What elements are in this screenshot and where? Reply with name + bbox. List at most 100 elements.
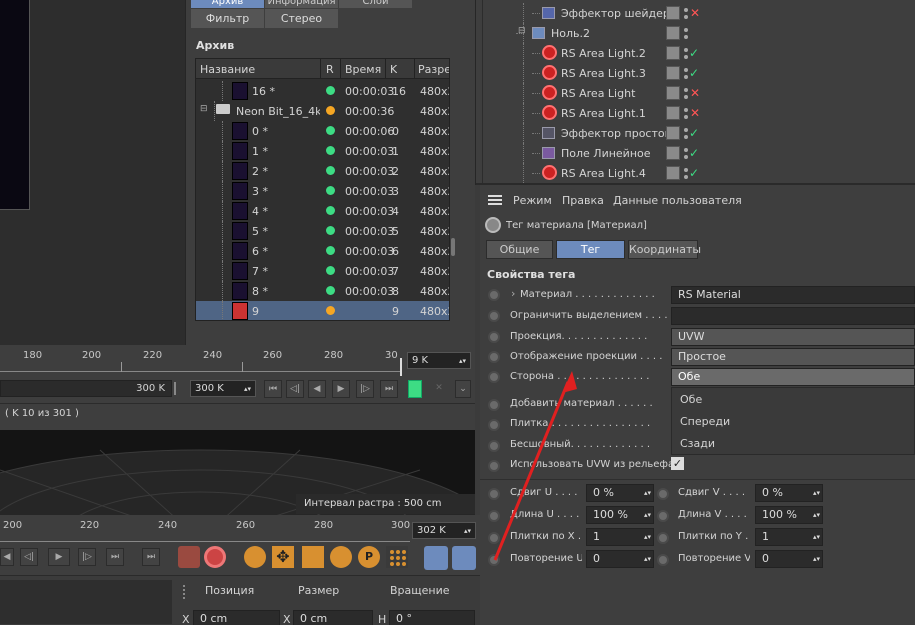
tab-coordinates[interactable]: Координаты	[628, 240, 701, 259]
expand-arrow-icon[interactable]: ›	[511, 287, 515, 300]
object-row[interactable]: RS Area Light ✕	[476, 83, 915, 103]
uv-right-field[interactable]: 0 % ▴▾	[755, 484, 823, 502]
col-r[interactable]: R	[326, 63, 334, 76]
object-name[interactable]: RS Area Light.4	[561, 167, 680, 180]
tag-icon[interactable]	[666, 86, 680, 100]
tab-layer[interactable]: Слой	[339, 0, 412, 8]
next-key-button-2[interactable]: |▷	[78, 548, 96, 566]
visibility-render-dot[interactable]	[684, 155, 688, 159]
tab-stereo[interactable]: Стерео	[265, 9, 338, 28]
rotation-h-field[interactable]: 0 °	[389, 610, 475, 625]
archive-row[interactable]: 5 * 00:00:035 480x270	[196, 221, 449, 241]
archive-row[interactable]: 7 * 00:00:037 480x270	[196, 261, 449, 281]
side-select[interactable]: Обе	[671, 368, 915, 386]
parameter-icon[interactable]: P	[358, 546, 380, 568]
visibility-editor-dot[interactable]	[684, 28, 688, 32]
collapse-icon[interactable]: ⊟	[518, 26, 526, 36]
enabled-check-icon[interactable]: ✓	[689, 146, 699, 160]
object-name[interactable]: Ноль.2	[551, 27, 680, 40]
tag-icon[interactable]	[666, 166, 680, 180]
tab-filter[interactable]: Фильтр	[191, 9, 264, 28]
hamburger-icon[interactable]	[488, 195, 502, 205]
play-back-button[interactable]: ◀	[308, 380, 326, 398]
visibility-render-dot[interactable]	[684, 75, 688, 79]
visibility-render-dot[interactable]	[684, 35, 688, 39]
object-name[interactable]: RS Area Light.1	[561, 107, 680, 120]
archive-row[interactable]: 2 * 00:00:032 480x270	[196, 161, 449, 181]
tag-icon[interactable]	[666, 26, 680, 40]
tag-icon[interactable]	[666, 126, 680, 140]
animate-radio-material[interactable]	[488, 289, 500, 301]
proj-display-select[interactable]: Простое	[671, 348, 915, 366]
visibility-render-dot[interactable]	[684, 175, 688, 179]
tag-icon[interactable]	[666, 146, 680, 160]
close-icon[interactable]: ✕	[430, 380, 448, 398]
menu-mode[interactable]: Режим	[513, 194, 552, 207]
object-name[interactable]: Эффектор простой	[561, 127, 680, 140]
go-end-alt-button[interactable]: ⏭	[142, 548, 160, 566]
animate-radio[interactable]	[657, 510, 669, 522]
film-strip-icon[interactable]	[452, 546, 476, 570]
sound-icon[interactable]	[424, 546, 448, 570]
menu-edit[interactable]: Правка	[562, 194, 604, 207]
animate-radio-projection[interactable]	[488, 331, 500, 343]
prev-key-button[interactable]: ◁|	[286, 380, 304, 398]
tag-icon[interactable]	[666, 6, 680, 20]
prev-frame-button[interactable]: ◀	[0, 548, 14, 566]
tab-info[interactable]: Информация	[265, 0, 338, 8]
go-end-button[interactable]: ⏭	[380, 380, 398, 398]
menu-user-data[interactable]: Данные пользователя	[613, 194, 742, 207]
restrict-field[interactable]	[671, 307, 915, 325]
uv-right-field[interactable]: 0 ▴▾	[755, 550, 823, 568]
visibility-render-dot[interactable]	[684, 135, 688, 139]
play-button-2[interactable]: ▶	[48, 548, 70, 566]
visibility-render-dot[interactable]	[684, 115, 688, 119]
object-row[interactable]: RS Area Light.1 ✕	[476, 103, 915, 123]
rotate-icon[interactable]	[330, 546, 352, 568]
autokey-icon[interactable]	[204, 546, 226, 568]
tag-icon[interactable]	[666, 46, 680, 60]
visibility-render-dot[interactable]	[684, 55, 688, 59]
object-row[interactable]: Эффектор шейдер .2 ✕	[476, 3, 915, 23]
next-key-button[interactable]: |▷	[356, 380, 374, 398]
keyframe-selection-icon[interactable]	[244, 546, 266, 568]
visibility-render-dot[interactable]	[684, 95, 688, 99]
visibility-render-dot[interactable]	[684, 15, 688, 19]
end-frame-field[interactable]: 302 K ▴▾	[412, 522, 476, 539]
visibility-editor-dot[interactable]	[684, 88, 688, 92]
disabled-cross-icon[interactable]: ✕	[690, 6, 700, 20]
animate-radio[interactable]	[657, 488, 669, 500]
option-front[interactable]: Спереди	[680, 415, 730, 428]
archive-row[interactable]: 1 * 00:00:031 480x270	[196, 141, 449, 161]
go-end-button-2[interactable]: ⏭	[106, 548, 124, 566]
object-name[interactable]: RS Area Light.2	[561, 47, 680, 60]
timeline-ruler[interactable]: 180 200 220 240 260 280 30	[0, 350, 402, 376]
current-frame-field[interactable]: 9 K ▴▾	[407, 352, 471, 369]
material-link-field[interactable]: RS Material	[671, 286, 915, 304]
visibility-editor-dot[interactable]	[684, 68, 688, 72]
archive-row[interactable]: 4 * 00:00:034 480x270	[196, 201, 449, 221]
visibility-editor-dot[interactable]	[684, 8, 688, 12]
uv-right-field[interactable]: 1 ▴▾	[755, 528, 823, 546]
chevron-down-icon[interactable]: ⌄	[455, 380, 471, 398]
viewport-perspective[interactable]: Интервал растра : 500 cm	[0, 430, 475, 515]
tab-tag[interactable]: Тег	[556, 240, 625, 259]
col-name[interactable]: Название	[200, 63, 255, 76]
object-name[interactable]: RS Area Light.3	[561, 67, 680, 80]
option-back[interactable]: Сзади	[680, 437, 715, 450]
tag-icon[interactable]	[666, 66, 680, 80]
animate-radio[interactable]	[657, 532, 669, 544]
visibility-editor-dot[interactable]	[684, 128, 688, 132]
visibility-editor-dot[interactable]	[684, 168, 688, 172]
prev-key-button-2[interactable]: ◁|	[20, 548, 38, 566]
enabled-check-icon[interactable]: ✓	[689, 166, 699, 180]
col-resolution[interactable]: Разрешение	[418, 63, 449, 76]
archive-row[interactable]: 9 9 480x270	[196, 301, 449, 320]
uv-right-field[interactable]: 100 % ▴▾	[755, 506, 823, 524]
enabled-check-icon[interactable]: ✓	[689, 46, 699, 60]
animate-radio-restrict[interactable]	[488, 310, 500, 322]
archive-row[interactable]: ⊟ Neon Bit_16_4k 00:00:36 480x270	[196, 101, 449, 121]
size-x-field[interactable]: 0 cm	[293, 610, 373, 625]
archive-row[interactable]: 0 * 00:00:060 480x270	[196, 121, 449, 141]
tab-basic[interactable]: Общие	[486, 240, 553, 259]
